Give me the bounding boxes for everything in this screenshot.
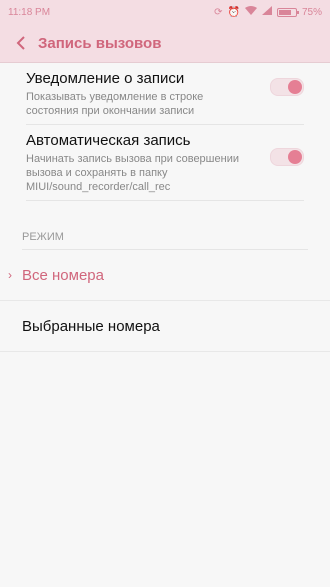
battery-fill xyxy=(278,9,291,15)
page-title: Запись вызовов xyxy=(38,34,162,52)
setting-auto-record[interactable]: Автоматическая запись Начинать запись вы… xyxy=(26,125,304,201)
status-icons: ⟳ ⏰ 75% xyxy=(214,6,322,18)
section-label-mode: РЕЖИМ xyxy=(22,231,308,250)
auto-record-toggle[interactable] xyxy=(270,148,304,166)
option-label: Все номера xyxy=(22,266,104,284)
toggle-knob xyxy=(288,150,302,164)
setting-title: Уведомление о записи xyxy=(26,70,185,87)
battery-icon xyxy=(276,7,299,17)
sync-icon: ⟳ xyxy=(214,6,223,18)
battery-percent: 75% xyxy=(301,6,322,18)
signal-icon xyxy=(261,6,272,18)
status-time: 11:18 PM xyxy=(8,6,51,18)
setting-record-notification[interactable]: Уведомление о записи Показывать уведомле… xyxy=(26,63,304,125)
setting-title: Автоматическая запись xyxy=(26,132,191,149)
alarm-icon: ⏰ xyxy=(227,6,240,18)
selected-chevron-icon: › xyxy=(8,268,12,282)
record-notification-toggle[interactable] xyxy=(270,78,304,96)
option-all-numbers[interactable]: › Все номера xyxy=(0,250,330,301)
option-selected-numbers[interactable]: Выбранные номера xyxy=(0,301,330,352)
option-label: Выбранные номера xyxy=(22,317,160,335)
toggle-knob xyxy=(288,80,302,94)
back-arrow-icon[interactable] xyxy=(12,34,30,52)
status-bar: 11:18 PM ⟳ ⏰ 75% xyxy=(0,0,330,24)
wifi-icon xyxy=(244,6,257,18)
app-header: Запись вызовов xyxy=(0,24,330,63)
setting-description: Показывать уведомление в строке состояни… xyxy=(26,91,204,117)
setting-description: Начинать запись вызова при совершении вы… xyxy=(26,153,239,193)
